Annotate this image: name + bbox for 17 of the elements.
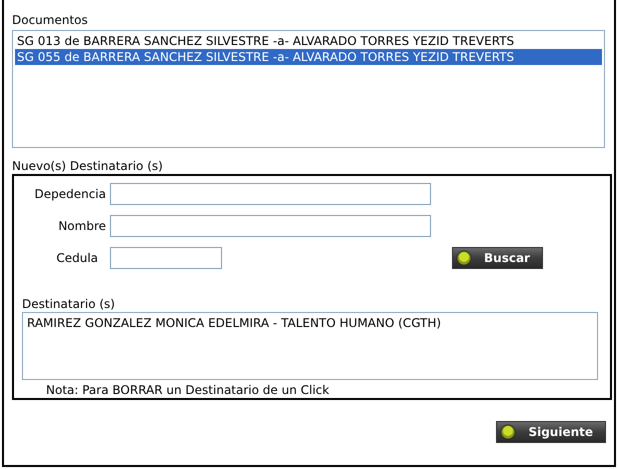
input-field[interactable] <box>110 183 431 205</box>
field-label: Nombre <box>57 218 106 235</box>
search-button[interactable]: Buscar <box>452 247 543 269</box>
note-text: Nota: Para BORRAR un Destinatario de un Click <box>46 382 330 398</box>
list-item[interactable]: SG 013 de BARRERA SANCHEZ SILVESTRE -a- ALVARADO TORRES YEZID TREVERTS <box>15 33 602 49</box>
section-label: Destinatario (s) <box>22 296 116 312</box>
round-lamp-icon <box>456 250 472 266</box>
input-field[interactable] <box>110 247 222 269</box>
list-item[interactable]: SG 055 de BARRERA SANCHEZ SILVESTRE -a- ALVARADO TORRES YEZID TREVERTS <box>15 49 602 65</box>
list-item[interactable]: RAMIREZ GONZALEZ MONICA EDELMIRA - TALENTO HUMANO (CGTH) <box>27 316 593 331</box>
section-label: Documentos <box>12 12 89 28</box>
next-button[interactable]: Siguiente <box>496 421 606 443</box>
field-label: Cedula <box>55 250 98 267</box>
field-label: Depedencia <box>33 186 106 203</box>
section-label: Nuevo(s) Destinatario (s) <box>12 158 164 174</box>
round-lamp-icon <box>500 424 516 440</box>
input-field[interactable] <box>110 215 431 237</box>
